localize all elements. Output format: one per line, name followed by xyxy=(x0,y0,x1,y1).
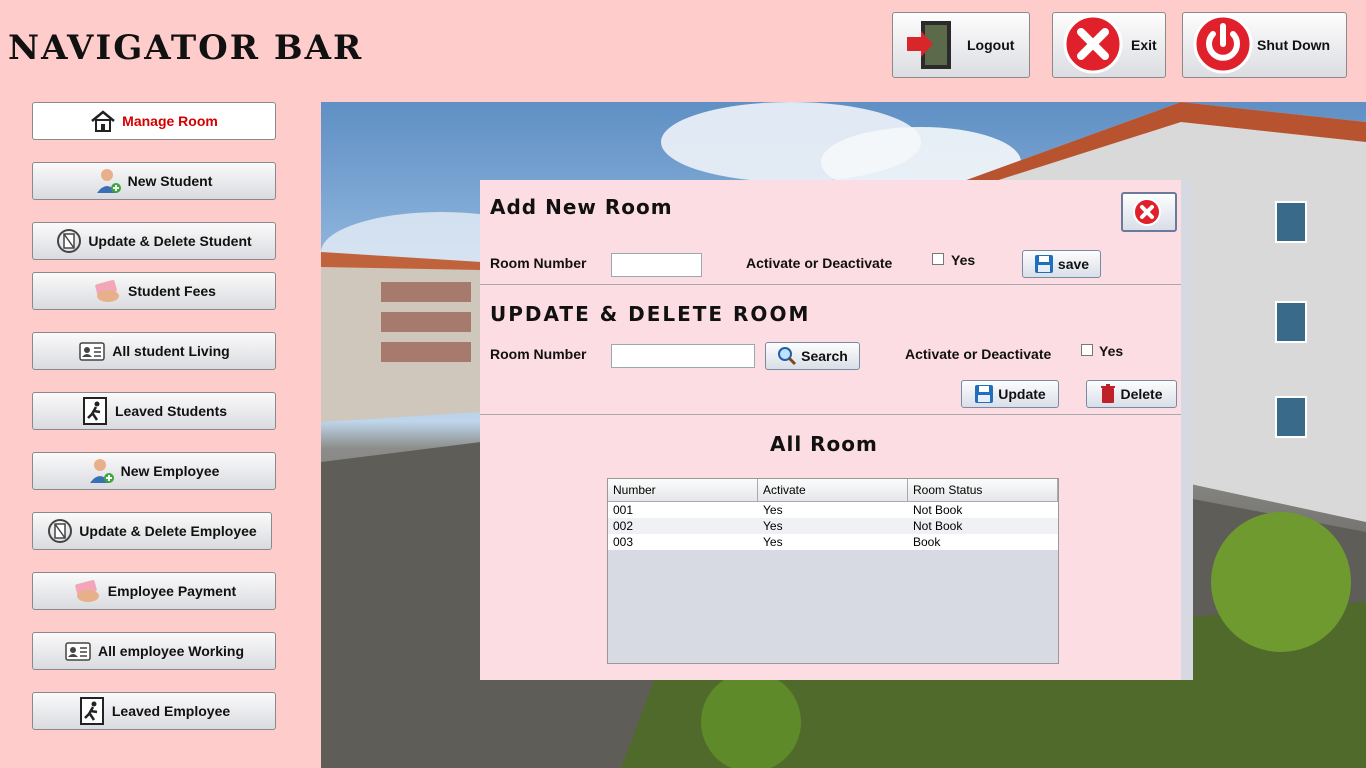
table-row[interactable]: 003 Yes Book xyxy=(608,534,1058,550)
sidebar-item-label: Employee Payment xyxy=(107,583,237,599)
table-cell: Not Book xyxy=(913,519,963,533)
sidebar-item-label: Leaved Students xyxy=(114,403,228,419)
update-yes-label: Yes xyxy=(1099,343,1124,359)
save-label: save xyxy=(1057,256,1090,272)
exit-button[interactable]: Exit xyxy=(1052,12,1166,78)
sidebar-item-label: All student Living xyxy=(112,343,230,359)
sidebar-item-label: New Student xyxy=(127,173,213,189)
table-cell: 001 xyxy=(613,503,634,517)
sidebar-item-leaved-employee[interactable]: Leaved Employee xyxy=(32,692,276,730)
sidebar-item-all-student-living[interactable]: All student Living xyxy=(32,332,276,370)
sidebar-item-leaved-students[interactable]: Leaved Students xyxy=(32,392,276,430)
edit-icon xyxy=(57,229,82,253)
table-cell: 002 xyxy=(613,519,634,533)
sidebar-item-manage-room[interactable]: Manage Room xyxy=(32,102,276,140)
sidebar-item-all-employee-working[interactable]: All employee Working xyxy=(32,632,276,670)
exit-door-icon xyxy=(82,397,107,425)
table-cell: Not Book xyxy=(913,503,963,517)
add-room-number-label: Room Number xyxy=(490,255,587,271)
table-row[interactable]: 001 Yes Not Book xyxy=(608,502,1058,518)
add-activate-label: Activate or Deactivate xyxy=(746,255,893,271)
sidebar-item-new-student[interactable]: New Student xyxy=(32,162,276,200)
logout-door-icon xyxy=(903,17,959,74)
add-room-number-input[interactable] xyxy=(611,253,702,277)
table-cell: Book xyxy=(913,535,941,549)
sidebar-item-label: Update & Delete Student xyxy=(88,233,252,249)
floppy-disk-icon xyxy=(975,385,994,403)
update-activate-label: Activate or Deactivate xyxy=(905,346,1052,362)
logout-button[interactable]: Logout xyxy=(892,12,1030,78)
id-card-icon xyxy=(79,342,106,361)
exit-label: Exit xyxy=(1131,37,1157,53)
update-button[interactable]: Update xyxy=(961,380,1059,408)
sidebar-item-student-fees[interactable]: Student Fees xyxy=(32,272,276,310)
all-room-heading: All Room xyxy=(770,432,878,456)
update-room-heading: UPDATE & DELETE ROOM xyxy=(490,302,811,326)
sidebar-item-update-delete-student[interactable]: Update & Delete Student xyxy=(32,222,276,260)
delete-label: Delete xyxy=(1120,386,1163,402)
delete-button[interactable]: Delete xyxy=(1086,380,1177,408)
add-activate-checkbox[interactable] xyxy=(932,253,944,265)
logout-label: Logout xyxy=(967,37,1015,53)
divider xyxy=(480,414,1181,415)
save-button[interactable]: save xyxy=(1022,250,1101,278)
table-cell: Yes xyxy=(763,519,783,533)
sidebar-item-label: New Employee xyxy=(120,463,220,479)
divider xyxy=(480,284,1181,285)
sidebar-item-new-employee[interactable]: New Employee xyxy=(32,452,276,490)
user-add-icon xyxy=(96,169,121,193)
update-room-number-label: Room Number xyxy=(490,346,587,362)
sidebar-item-update-delete-employee[interactable]: Update & Delete Employee xyxy=(32,512,272,550)
sidebar-item-label: Leaved Employee xyxy=(111,703,231,719)
close-panel-button[interactable] xyxy=(1121,192,1177,232)
shutdown-button[interactable]: Shut Down xyxy=(1182,12,1347,78)
power-icon xyxy=(1193,14,1253,77)
app-title: NAVIGATOR BAR xyxy=(8,28,364,68)
close-circle-icon xyxy=(1063,14,1123,77)
sidebar-item-label: Student Fees xyxy=(128,283,216,299)
sidebar-item-label: Update & Delete Employee xyxy=(79,523,257,539)
money-icon xyxy=(75,580,99,602)
column-header[interactable]: Room Status xyxy=(908,479,1058,501)
column-header[interactable]: Activate xyxy=(758,479,908,501)
add-yes-label: Yes xyxy=(951,252,976,268)
exit-door-icon xyxy=(79,697,104,725)
update-room-number-input[interactable] xyxy=(611,344,755,368)
search-icon xyxy=(778,347,797,366)
user-add-icon xyxy=(89,459,114,483)
table-cell: 003 xyxy=(613,535,634,549)
close-circle-icon xyxy=(1133,198,1161,226)
update-label: Update xyxy=(998,386,1046,402)
money-icon xyxy=(95,280,120,302)
id-card-icon xyxy=(65,642,91,661)
table-cell: Yes xyxy=(763,535,783,549)
search-button[interactable]: Search xyxy=(765,342,860,370)
update-activate-checkbox[interactable] xyxy=(1081,344,1093,356)
floppy-disk-icon xyxy=(1034,255,1053,273)
add-room-heading: Add New Room xyxy=(490,195,673,219)
rooms-table[interactable]: Number Activate Room Status 001 Yes Not … xyxy=(607,478,1059,664)
column-header[interactable]: Number xyxy=(608,479,758,501)
sidebar-item-employee-payment[interactable]: Employee Payment xyxy=(32,572,276,610)
sidebar-item-label: Manage Room xyxy=(122,113,218,129)
shutdown-label: Shut Down xyxy=(1257,37,1331,53)
manage-room-panel: Add New Room Room Number Activate or Dea… xyxy=(480,180,1193,680)
edit-icon xyxy=(48,519,73,543)
home-icon xyxy=(91,110,115,132)
table-row[interactable]: 002 Yes Not Book xyxy=(608,518,1058,534)
sidebar-item-label: All employee Working xyxy=(98,643,244,659)
trash-icon xyxy=(1101,384,1116,403)
table-header: Number Activate Room Status xyxy=(608,479,1058,502)
search-label: Search xyxy=(801,348,848,364)
table-cell: Yes xyxy=(763,503,783,517)
